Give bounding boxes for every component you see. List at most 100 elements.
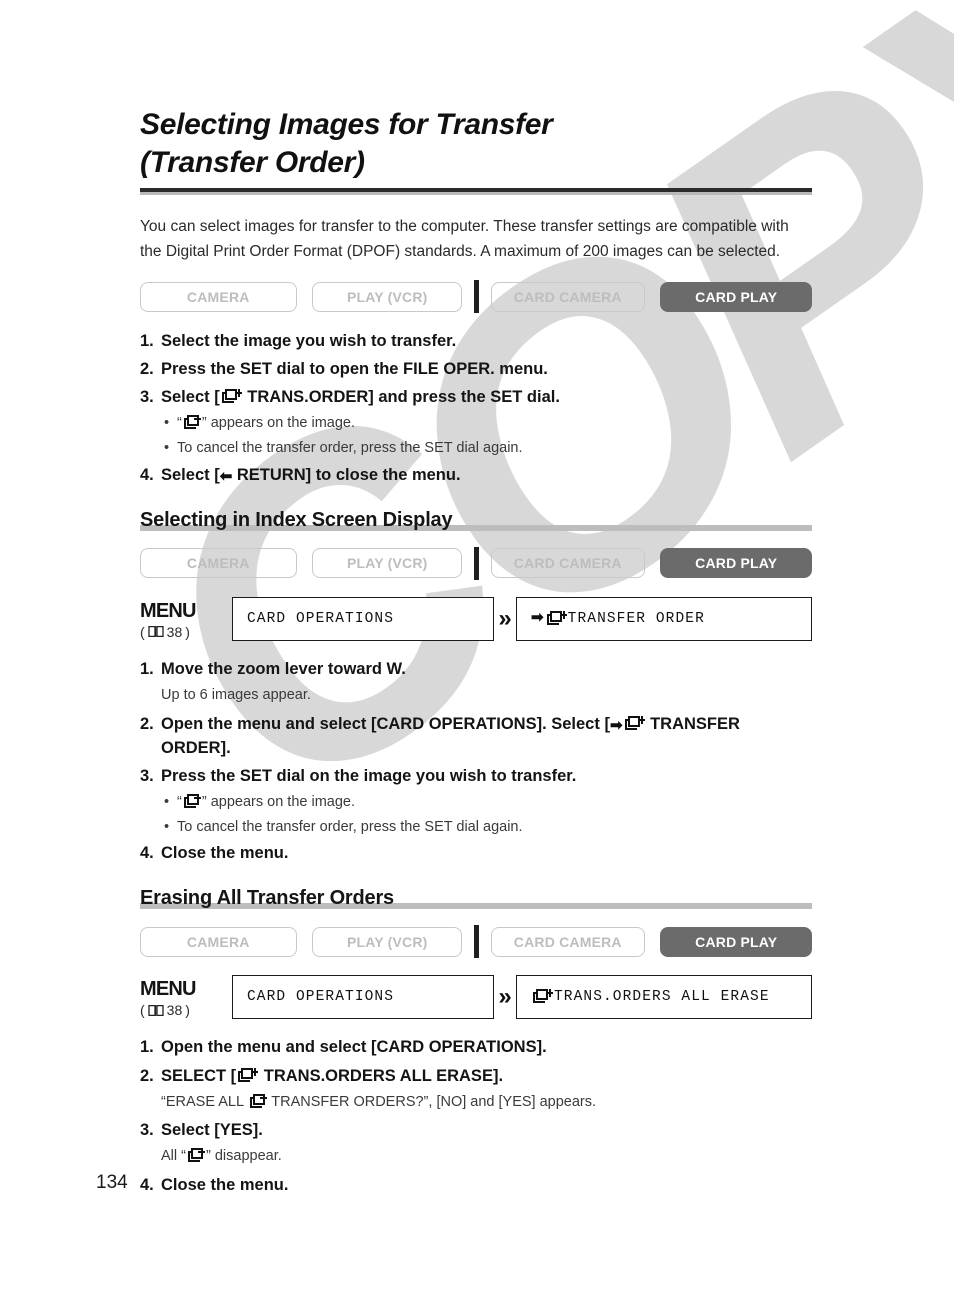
quote-open: “ xyxy=(177,793,182,810)
arrow-right-icon: ➡ xyxy=(609,716,623,734)
paren-close: ) xyxy=(185,623,190,640)
section3-heading: Erasing All Transfer Orders xyxy=(140,887,394,910)
step-text-post: TRANS.ORDERS ALL ERASE]. xyxy=(259,1066,504,1085)
mode-badge-play-vcr[interactable]: PLAY (VCR) xyxy=(312,281,463,312)
section1-steps: 1. Select the image you wish to transfer… xyxy=(140,329,812,487)
document-page: Selecting Images for Transfer (Transfer … xyxy=(0,0,954,1291)
menu-navigation-3: MENU ( 38) CARD OPERATIONS » TRANS.ORDER… xyxy=(140,975,812,1020)
step-text-pre: Select [ xyxy=(161,388,220,407)
substep-item: • To cancel the transfer order, press th… xyxy=(164,438,812,460)
step-number: 3. xyxy=(140,388,154,407)
mode-badge-camera[interactable]: CAMERA xyxy=(140,281,297,312)
mode-badge-camera[interactable]: CAMERA xyxy=(140,548,297,579)
bullet-marker: • xyxy=(164,439,170,456)
step-text: Select [ TRANS.ORDER] and press the SET … xyxy=(161,385,812,409)
title-rule xyxy=(140,187,812,192)
menu-box-card-operations[interactable]: CARD OPERATIONS xyxy=(232,596,494,641)
step-item: 1. Select the image you wish to transfer… xyxy=(140,329,812,353)
chevron-right-icon: » xyxy=(498,983,512,1011)
paren-close: ) xyxy=(185,1002,190,1019)
step-text: SELECT [ TRANS.ORDERS ALL ERASE]. xyxy=(161,1064,812,1088)
mode-badge-card-camera[interactable]: CARD CAMERA xyxy=(491,548,645,579)
transfer-order-icon xyxy=(238,1067,259,1084)
step-item: 1. Open the menu and select [CARD OPERAT… xyxy=(140,1035,812,1059)
step-text: Open the menu and select [CARD OPERATION… xyxy=(161,712,812,760)
arrow-right-icon: ➡ xyxy=(531,610,545,628)
step-text-pre: Select [ xyxy=(161,465,220,484)
step-item: 1. Move the zoom lever toward W. xyxy=(140,657,812,681)
mode-badge-card-play[interactable]: CARD PLAY xyxy=(660,548,813,579)
step-item: 4. Close the menu. xyxy=(140,1173,812,1197)
step-text-post: RETURN] to close the menu. xyxy=(232,465,461,484)
mode-badge-play-vcr[interactable]: PLAY (VCR) xyxy=(312,926,463,957)
step-item: 3. Press the SET dial on the image you w… xyxy=(140,764,812,788)
menu-page-reference: ( 38) xyxy=(140,624,232,640)
step-text: Close the menu. xyxy=(161,1176,289,1195)
menu-box-transfer-order[interactable]: ➡ TRANSFER ORDER xyxy=(516,596,812,641)
step-text: Open the menu and select [CARD OPERATION… xyxy=(161,1038,547,1057)
section2-heading: Selecting in Index Screen Display xyxy=(140,508,453,531)
menu-box-trans-orders-all-erase[interactable]: TRANS.ORDERS ALL ERASE xyxy=(516,975,812,1020)
mode-badge-card-camera[interactable]: CARD CAMERA xyxy=(491,926,645,957)
page-number: 134 xyxy=(96,1172,128,1193)
mode-badge-card-play[interactable]: CARD PLAY xyxy=(660,926,813,957)
step-note-pre: All “ xyxy=(161,1148,186,1165)
book-icon xyxy=(148,625,164,638)
step-note: All “ ” disappear. xyxy=(161,1146,812,1168)
step-text: Select [YES]. xyxy=(161,1121,263,1140)
menu-navigation-2: MENU ( 38) CARD OPERATIONS » ➡ TRANSFER … xyxy=(140,596,812,641)
menu-ref-page: 38 xyxy=(166,1002,183,1019)
step-note-pre: “ERASE ALL xyxy=(161,1093,248,1110)
substep-item: • “ ” appears on the image. xyxy=(164,792,812,814)
mode-badge-card-camera[interactable]: CARD CAMERA xyxy=(491,281,645,312)
mode-badge-row-2: CAMERA PLAY (VCR) CARD CAMERA CARD PLAY xyxy=(140,546,813,580)
step-number: 1. xyxy=(140,332,154,350)
mode-badge-play-vcr[interactable]: PLAY (VCR) xyxy=(312,548,463,579)
bullet-marker: • xyxy=(164,415,170,432)
step-item: 4. Select [⬅ RETURN] to close the menu. xyxy=(140,463,812,487)
transfer-order-icon xyxy=(221,389,242,405)
step-text: Select [⬅ RETURN] to close the menu. xyxy=(161,463,812,487)
transfer-order-icon xyxy=(187,1148,205,1163)
menu-boxes: CARD OPERATIONS » TRANS.ORDERS ALL ERASE xyxy=(232,975,812,1020)
step-text-pre: SELECT [ xyxy=(161,1066,237,1085)
step-number: 3. xyxy=(140,1121,154,1140)
step-item: 3. Select [ TRANS.ORDER] and press the S… xyxy=(140,385,812,409)
mode-badge-card-play[interactable]: CARD PLAY xyxy=(660,281,813,312)
mode-badge-row-3: CAMERA PLAY (VCR) CARD CAMERA CARD PLAY xyxy=(140,925,813,959)
substep-item: • “ ” appears on the image. xyxy=(164,413,812,435)
menu-box-card-operations[interactable]: CARD OPERATIONS xyxy=(232,975,494,1020)
mode-divider xyxy=(474,546,479,580)
transfer-order-icon xyxy=(533,989,553,1005)
book-icon xyxy=(148,1004,164,1017)
step-number: 1. xyxy=(140,659,154,678)
step-text: Close the menu. xyxy=(161,844,289,863)
step-note-post: TRANSFER ORDERS?”, [NO] and [YES] appear… xyxy=(267,1093,597,1110)
step-item: 2. Open the menu and select [CARD OPERAT… xyxy=(140,712,812,760)
step-text: Select the image you wish to transfer. xyxy=(161,332,457,350)
bullet-marker: • xyxy=(164,818,170,835)
step-number: 1. xyxy=(140,1038,154,1057)
menu-ref-page: 38 xyxy=(166,623,183,640)
substep-tail: ” appears on the image. xyxy=(201,793,355,810)
paren-open: ( xyxy=(140,1002,145,1019)
substep-tail: ” appears on the image. xyxy=(201,415,355,432)
quote-open: “ xyxy=(177,415,182,432)
step-note: Up to 6 images appear. xyxy=(161,686,311,703)
chevron-right-icon: » xyxy=(498,604,512,632)
step-text: Move the zoom lever toward W. xyxy=(161,659,406,678)
substep-text: To cancel the transfer order, press the … xyxy=(177,818,523,835)
mode-badge-camera[interactable]: CAMERA xyxy=(140,926,297,957)
menu-box-label: TRANS.ORDERS ALL ERASE xyxy=(554,989,770,1006)
intro-paragraph: You can select images for transfer to th… xyxy=(140,217,789,260)
step-text-pre: Open the menu and select [CARD OPERATION… xyxy=(161,714,610,733)
menu-label-group: MENU ( 38) xyxy=(140,597,232,640)
substep-text: To cancel the transfer order, press the … xyxy=(177,439,523,456)
mode-divider xyxy=(474,925,479,959)
step-number: 2. xyxy=(140,1066,154,1085)
menu-label-group: MENU ( 38) xyxy=(140,975,232,1019)
substep-item: • To cancel the transfer order, press th… xyxy=(164,817,812,839)
page-title: Selecting Images for Transfer (Transfer … xyxy=(140,0,812,183)
paren-open: ( xyxy=(140,623,145,640)
step-text: Press the SET dial to open the FILE OPER… xyxy=(161,360,548,379)
